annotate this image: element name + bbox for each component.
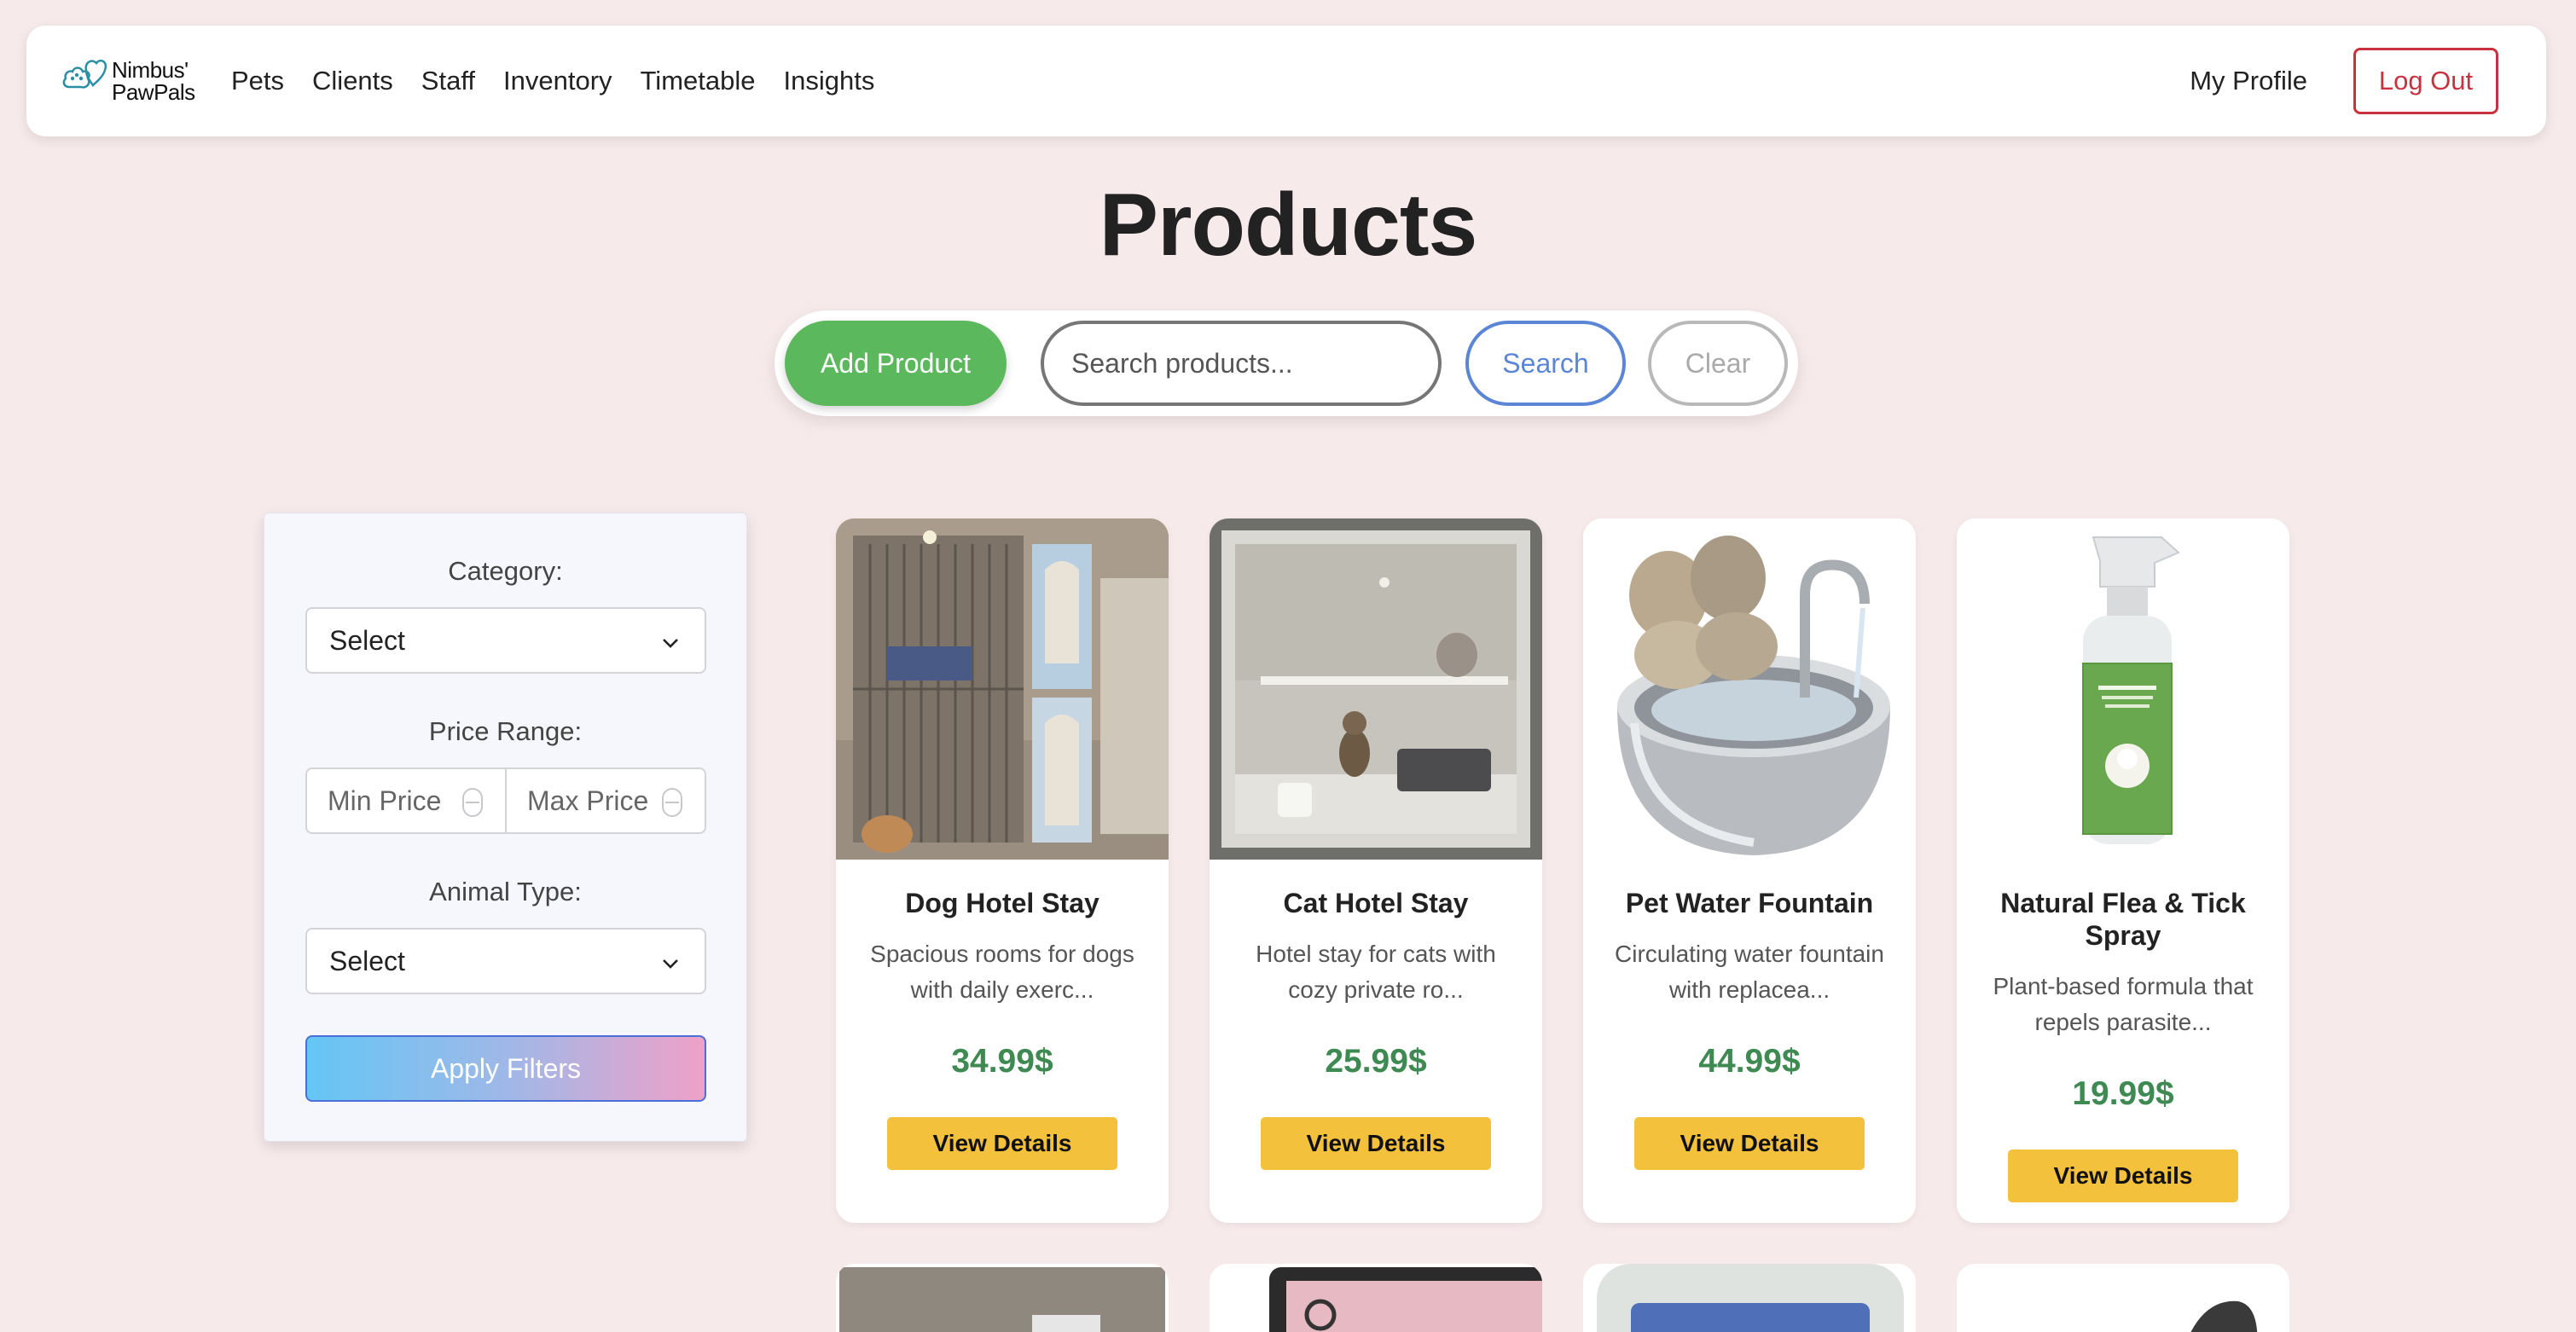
animal-type-select-value: Select bbox=[329, 945, 405, 976]
search-button[interactable]: Search bbox=[1465, 321, 1626, 406]
apply-filters-button[interactable]: Apply Filters bbox=[305, 1035, 706, 1102]
chevron-down-icon bbox=[663, 639, 678, 648]
view-details-button[interactable]: View Details bbox=[2008, 1150, 2238, 1202]
view-details-button[interactable]: View Details bbox=[1634, 1117, 1865, 1170]
product-image bbox=[1583, 1264, 1916, 1332]
stepper-icon[interactable] bbox=[662, 788, 682, 817]
product-price: 44.99$ bbox=[1698, 1043, 1801, 1080]
nav-link-timetable[interactable]: Timetable bbox=[641, 66, 756, 96]
nav-link-insights[interactable]: Insights bbox=[783, 66, 874, 96]
card-body: Natural Flea & Tick Spray Plant-based fo… bbox=[1957, 860, 2289, 1223]
product-image bbox=[1583, 518, 1916, 860]
view-details-button[interactable]: View Details bbox=[1261, 1117, 1491, 1170]
product-image bbox=[1210, 518, 1542, 860]
product-price: 34.99$ bbox=[951, 1043, 1053, 1080]
nav-link-staff[interactable]: Staff bbox=[421, 66, 475, 96]
product-title: Cat Hotel Stay bbox=[1283, 888, 1469, 918]
product-card[interactable]: Natural Flea & Tick Spray Plant-based fo… bbox=[1957, 518, 2289, 1223]
product-card[interactable] bbox=[1957, 1264, 2289, 1332]
price-range-label: Price Range: bbox=[428, 716, 583, 746]
product-title: Natural Flea & Tick Spray bbox=[2000, 888, 2246, 951]
card-body: Dog Hotel Stay Spacious rooms for dogs w… bbox=[836, 860, 1169, 1223]
product-card[interactable]: Dog Hotel Stay Spacious rooms for dogs w… bbox=[836, 518, 1169, 1223]
action-bar: Add Product Search Clear bbox=[775, 310, 1798, 416]
navbar: Nimbus' PawPals Pets Clients Staff Inven… bbox=[26, 26, 2546, 136]
nav-link-pets[interactable]: Pets bbox=[231, 66, 284, 96]
card-body: Pet Water Fountain Circulating water fou… bbox=[1583, 860, 1916, 1223]
brand-name: Nimbus' PawPals bbox=[112, 59, 195, 103]
product-image bbox=[836, 518, 1169, 860]
product-card[interactable]: Pet Water Fountain Circulating water fou… bbox=[1583, 518, 1916, 1223]
product-image bbox=[1957, 1264, 2289, 1332]
brand-line-1: Nimbus' bbox=[112, 57, 189, 83]
product-card[interactable]: Cat Hotel Stay Hotel stay for cats with … bbox=[1210, 518, 1542, 1223]
brand-logo[interactable]: Nimbus' PawPals bbox=[61, 51, 214, 111]
search-input[interactable] bbox=[1041, 321, 1442, 406]
category-select[interactable]: Select bbox=[305, 607, 706, 674]
min-price-input[interactable]: Min Price bbox=[307, 769, 505, 832]
product-title: Pet Water Fountain bbox=[1625, 888, 1874, 918]
stepper-icon[interactable] bbox=[462, 788, 483, 817]
product-card[interactable] bbox=[836, 1264, 1169, 1332]
nav-right: My Profile Log Out bbox=[2190, 48, 2498, 114]
paw-logo-icon bbox=[62, 60, 107, 89]
filter-panel: Category: Select Price Range: Min Price … bbox=[264, 513, 747, 1142]
page-title: Products bbox=[1099, 176, 1478, 275]
product-description: Hotel stay for cats with cozy private ro… bbox=[1256, 941, 1496, 1003]
chevron-down-icon bbox=[663, 959, 678, 969]
product-card[interactable] bbox=[1583, 1264, 1916, 1332]
category-label: Category: bbox=[448, 556, 563, 586]
animal-type-select[interactable]: Select bbox=[305, 928, 706, 994]
animal-type-label: Animal Type: bbox=[429, 877, 582, 906]
product-image bbox=[839, 1267, 1165, 1332]
product-card[interactable] bbox=[1210, 1264, 1542, 1332]
add-product-button[interactable]: Add Product bbox=[785, 321, 1007, 406]
my-profile-link[interactable]: My Profile bbox=[2190, 66, 2307, 96]
product-description: Spacious rooms for dogs with daily exerc… bbox=[870, 941, 1134, 1003]
brand-line-2: PawPals bbox=[112, 79, 195, 105]
category-select-value: Select bbox=[329, 624, 405, 656]
product-price: 19.99$ bbox=[2072, 1075, 2174, 1112]
card-body: Cat Hotel Stay Hotel stay for cats with … bbox=[1210, 860, 1542, 1223]
nav-link-clients[interactable]: Clients bbox=[312, 66, 393, 96]
product-image bbox=[1957, 518, 2289, 860]
max-price-placeholder: Max Price bbox=[527, 785, 649, 816]
product-image bbox=[1210, 1264, 1542, 1332]
nav-link-inventory[interactable]: Inventory bbox=[503, 66, 612, 96]
view-details-button[interactable]: View Details bbox=[887, 1117, 1117, 1170]
logout-button[interactable]: Log Out bbox=[2353, 48, 2498, 114]
product-description: Circulating water fountain with replacea… bbox=[1615, 941, 1884, 1003]
product-title: Dog Hotel Stay bbox=[905, 888, 1099, 918]
max-price-input[interactable]: Max Price bbox=[505, 769, 705, 832]
nav-links: Pets Clients Staff Inventory Timetable I… bbox=[231, 66, 902, 96]
min-price-placeholder: Min Price bbox=[328, 785, 442, 816]
product-price: 25.99$ bbox=[1325, 1043, 1427, 1080]
product-description: Plant-based formula that repels parasite… bbox=[1993, 973, 2254, 1035]
clear-button[interactable]: Clear bbox=[1648, 321, 1788, 406]
price-range-fields: Min Price Max Price bbox=[305, 767, 706, 834]
